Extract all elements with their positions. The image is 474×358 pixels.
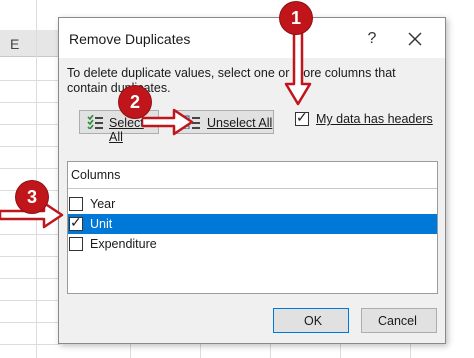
checkmark-icon: ✓ [70,214,82,230]
year-checkbox[interactable] [69,197,83,211]
column-item-label: Unit [90,217,113,231]
callout-arrow-right [142,108,194,136]
grid-line [0,102,60,103]
column-item-label: Year [90,197,116,211]
expenditure-checkbox[interactable] [69,237,83,251]
callout-arrow-down [284,32,312,106]
close-button[interactable] [403,27,427,51]
column-item-year[interactable]: Year [68,194,437,214]
column-item-label: Expenditure [90,237,157,251]
callout-badge-2: 2 [119,86,151,118]
ok-button[interactable]: OK [273,308,349,333]
grid-line [0,124,60,125]
unit-checkbox[interactable]: ✓ [69,214,83,231]
cancel-button[interactable]: Cancel [361,308,437,333]
grid-line [0,80,60,81]
grid-line [0,278,60,279]
ok-label: OK [304,314,323,328]
dialog-titlebar: Remove Duplicates ? [59,18,445,58]
grid-line [0,256,60,257]
column-item-unit[interactable]: ✓ Unit [68,214,437,234]
columns-listbox[interactable]: Columns Year ✓ Unit Expenditure [67,161,438,294]
remove-duplicates-dialog: Remove Duplicates ? To delete duplicate … [58,17,446,344]
grid-line [36,0,37,358]
columns-list-header: Columns [71,168,121,182]
headers-checkbox[interactable]: ✓ [295,109,309,126]
grid-line [0,300,60,301]
grid-line [0,322,60,323]
column-header-e[interactable]: E [10,36,19,52]
grid-line [0,168,60,169]
close-icon [408,32,422,46]
grid-line [0,344,60,345]
dialog-title: Remove Duplicates [69,31,191,47]
headers-checkbox-label[interactable]: My data has headers [316,112,433,126]
callout-badge-1: 1 [280,2,312,34]
select-all-icon [87,115,103,129]
callout-badge-3: 3 [16,181,48,213]
help-button[interactable]: ? [361,28,383,50]
grid-line [0,234,60,235]
cancel-label: Cancel [378,314,417,328]
unselect-all-label: Unselect All [207,116,273,130]
column-item-expenditure[interactable]: Expenditure [68,234,437,254]
list-divider [68,188,437,189]
checkmark-icon: ✓ [296,109,308,125]
grid-line [0,146,60,147]
column-header-strip [0,30,60,57]
